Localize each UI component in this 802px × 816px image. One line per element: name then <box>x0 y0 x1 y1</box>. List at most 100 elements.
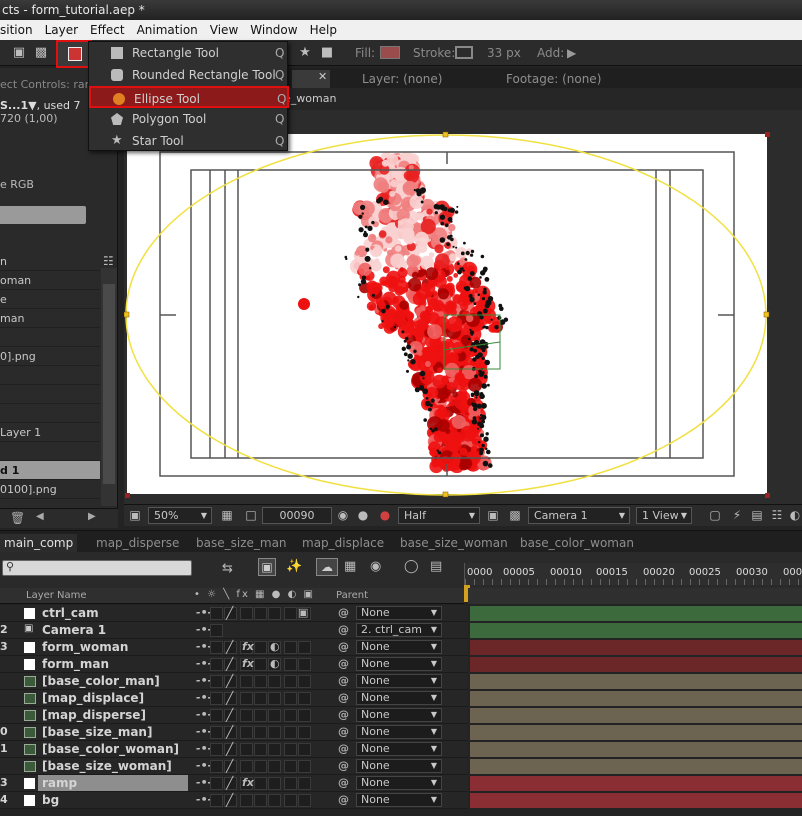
menu-item-ellipse[interactable]: Ellipse Tool Q <box>89 86 289 108</box>
layer-switch[interactable] <box>268 760 281 773</box>
project-item[interactable]: oman <box>0 271 100 290</box>
channel-rgb-icon[interactable]: ● <box>378 508 392 522</box>
menu-item-rectangle[interactable]: Rectangle Tool Q <box>89 42 289 64</box>
layer-name[interactable]: ramp <box>42 776 77 790</box>
tab-base-color-woman[interactable]: base_color_woman <box>520 534 634 552</box>
layer-name[interactable]: [map_disperse] <box>42 708 146 722</box>
layer-switch[interactable] <box>210 743 223 756</box>
mask-visibility-icon[interactable]: □ <box>244 508 258 522</box>
layer-row[interactable]: ctrl_cam -•- ╱ ▣ @ None ▼ <box>0 605 468 622</box>
parent-pickwhip-icon[interactable]: @ <box>338 759 349 772</box>
layer-row[interactable]: 3 form_woman -•- ╱ fx ◐ @ None ▼ <box>0 639 468 656</box>
menu-item-star[interactable]: ★ Star Tool Q <box>89 130 289 152</box>
menu-item-rounded-rectangle[interactable]: Rounded Rectangle Tool Q <box>89 64 289 86</box>
layer-switch[interactable] <box>298 692 311 705</box>
layer-switch[interactable] <box>254 794 267 807</box>
layer-switch[interactable] <box>254 777 267 790</box>
layer-row[interactable]: 2 ▣ Camera 1 -•- @2. ctrl_cam ▼ <box>0 622 468 639</box>
project-item[interactable]: 0].png <box>0 347 100 366</box>
layer-switch[interactable] <box>240 709 253 722</box>
3d-layer-icon[interactable]: ▣ <box>298 606 308 619</box>
layer-row[interactable]: 1 [base_color_woman] -•- ╱ @ None ▼ <box>0 741 468 758</box>
fast-previews-icon[interactable]: ⚡ <box>730 508 744 522</box>
menu-effect[interactable]: Effect <box>84 20 131 40</box>
layer-switch[interactable] <box>298 641 311 654</box>
project-item[interactable] <box>0 385 100 404</box>
menu-window[interactable]: Window <box>244 20 303 40</box>
pen-tool-icon[interactable]: ★ <box>296 44 314 62</box>
layer-duration-bar[interactable] <box>470 776 802 791</box>
pan-behind-icon[interactable]: ▩ <box>32 44 50 62</box>
layer-switch[interactable] <box>268 777 281 790</box>
layer-row[interactable]: 3 ramp -•- ╱ fx @ None ▼ <box>0 775 468 792</box>
layer-switch[interactable] <box>254 658 267 671</box>
parent-pickwhip-icon[interactable]: @ <box>338 657 349 670</box>
layer-name[interactable]: [base_size_man] <box>42 725 152 739</box>
project-item[interactable]: e <box>0 290 100 309</box>
layer-duration-bar[interactable] <box>470 691 802 706</box>
layer-duration-bar[interactable] <box>470 640 802 655</box>
layer-switch[interactable] <box>268 794 281 807</box>
always-preview-icon[interactable]: ▣ <box>128 508 142 522</box>
quality-switch-icon[interactable]: ╱ <box>226 708 233 722</box>
project-item[interactable]: Layer 1 <box>0 423 100 442</box>
layer-switch[interactable] <box>254 709 267 722</box>
transparency-grid-icon[interactable]: ▩ <box>508 508 522 522</box>
layer-switch[interactable] <box>254 692 267 705</box>
layer-switch[interactable] <box>210 675 223 688</box>
layer-duration-bar[interactable] <box>470 674 802 689</box>
parent-header[interactable]: Parent <box>336 590 368 601</box>
layer-row[interactable]: [base_color_man] -•- ╱ @ None ▼ <box>0 673 468 690</box>
layer-row[interactable]: form_man -•- ╱ fx ◐ @ None ▼ <box>0 656 468 673</box>
layer-switch[interactable] <box>298 726 311 739</box>
layer-switch[interactable] <box>254 743 267 756</box>
menu-composition[interactable]: sition <box>0 20 39 40</box>
layer-name[interactable]: form_woman <box>42 640 128 654</box>
layer-switch[interactable] <box>298 777 311 790</box>
tab-footage[interactable]: Footage: (none) <box>506 70 601 88</box>
motion-blur-icon[interactable]: ◉ <box>370 559 381 574</box>
flowchart-view-icon[interactable]: ☷ <box>770 508 784 522</box>
layer-switch[interactable] <box>254 675 267 688</box>
parent-select[interactable]: None ▼ <box>356 725 442 739</box>
camera-orbit-icon[interactable]: ▣ <box>10 44 28 62</box>
effect-controls-tab[interactable]: ect Controls: ran <box>0 78 92 91</box>
timeline-icon[interactable]: ▤ <box>750 508 764 522</box>
layer-switch[interactable] <box>254 607 267 620</box>
layer-switch[interactable] <box>210 760 223 773</box>
parent-select[interactable]: None ▼ <box>356 640 442 654</box>
layer-switch[interactable] <box>268 709 281 722</box>
project-item[interactable]: man <box>0 309 100 328</box>
resolution-select[interactable]: Half ▼ <box>398 507 480 524</box>
layer-name[interactable]: [base_color_man] <box>42 674 160 688</box>
layer-switch[interactable] <box>298 794 311 807</box>
layer-switch[interactable] <box>284 794 297 807</box>
show-snapshot-icon[interactable]: ● <box>356 508 370 522</box>
layer-switch[interactable] <box>210 794 223 807</box>
quality-switch-icon[interactable]: ╱ <box>226 742 233 756</box>
layer-switch[interactable] <box>210 624 223 637</box>
menu-item-polygon[interactable]: Polygon Tool Q <box>89 108 289 130</box>
layer-search-input[interactable]: ⚲ <box>2 560 192 576</box>
layer-name-header[interactable]: Layer Name <box>26 590 87 601</box>
layer-duration-bar[interactable] <box>470 725 802 740</box>
layer-row[interactable]: 0 [base_size_man] -•- ╱ @ None ▼ <box>0 724 468 741</box>
quality-switch-icon[interactable]: ╱ <box>226 640 233 654</box>
layer-switch[interactable] <box>210 607 223 620</box>
layer-duration-bar[interactable] <box>470 759 802 774</box>
draft-3d-icon[interactable]: ✨ <box>286 559 302 574</box>
layer-duration-bar[interactable] <box>470 708 802 723</box>
layer-switch[interactable] <box>210 641 223 654</box>
layer-name[interactable]: bg <box>42 793 59 807</box>
layer-switch[interactable] <box>254 726 267 739</box>
layer-switch[interactable] <box>284 675 297 688</box>
quality-switch-icon[interactable]: ╱ <box>226 759 233 773</box>
quality-switch-icon[interactable]: ╱ <box>226 776 233 790</box>
composition-viewer[interactable] <box>124 110 802 504</box>
composition-mini-flowchart-icon[interactable]: ⇆ <box>222 561 233 576</box>
project-item[interactable] <box>0 442 100 461</box>
layer-switch[interactable] <box>298 743 311 756</box>
parent-select[interactable]: None ▼ <box>356 657 442 671</box>
layer-switch[interactable] <box>268 607 281 620</box>
layer-row[interactable]: 4 bg -•- ╱ @ None ▼ <box>0 792 468 809</box>
